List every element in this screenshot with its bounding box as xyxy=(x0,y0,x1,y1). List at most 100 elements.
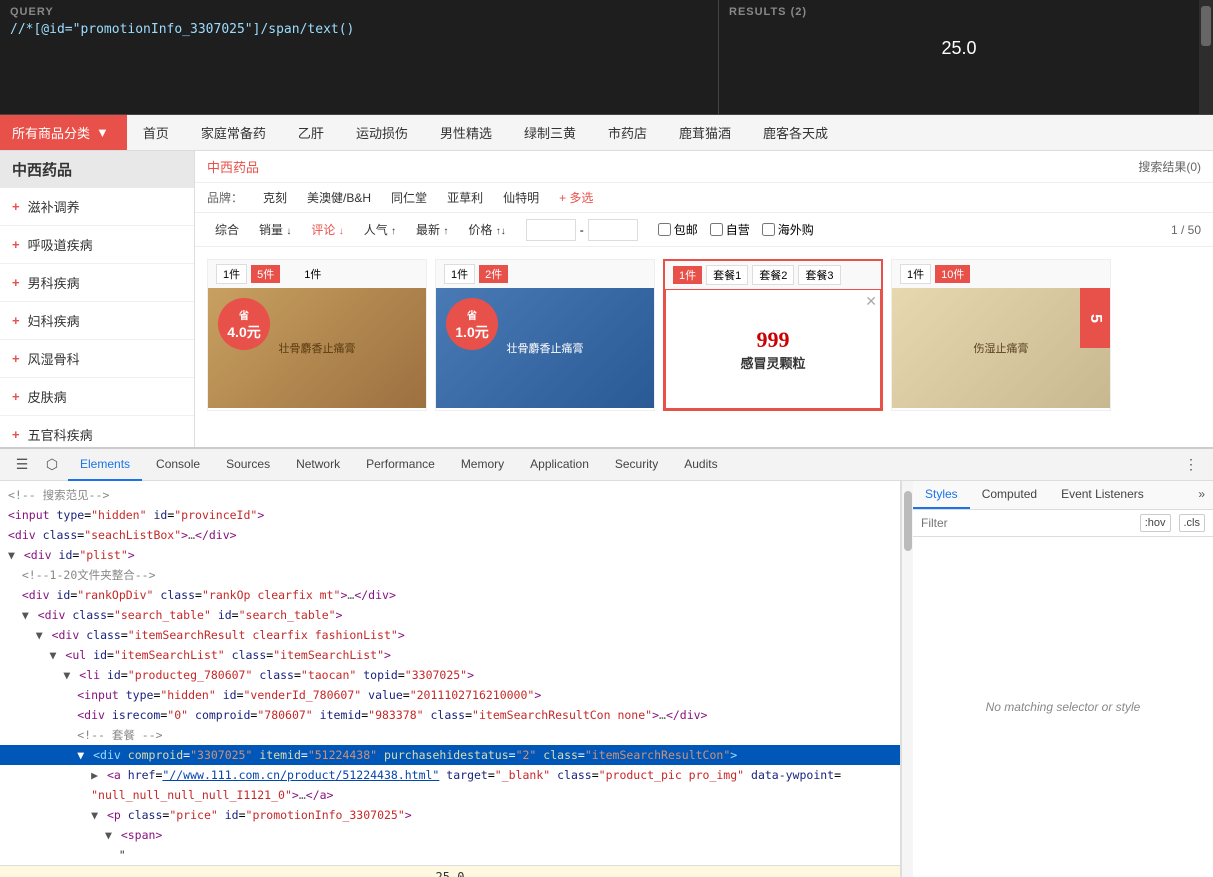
tab-event-listeners[interactable]: Event Listeners xyxy=(1049,481,1156,509)
qty-5[interactable]: 5件 xyxy=(251,265,280,283)
devtools-inspect-icon[interactable]: ⬡ xyxy=(38,451,66,479)
devtools-more-icon[interactable]: ⋮ xyxy=(1177,451,1205,479)
savings-badge: 省 4.0元 xyxy=(218,298,270,350)
plus-icon: + xyxy=(12,237,20,252)
tab-elements[interactable]: Elements xyxy=(68,449,142,481)
plus-icon: + xyxy=(12,351,20,366)
html-line: <input type="hidden" id="venderId_780607… xyxy=(0,685,900,705)
html-line: ▼ <p class="price" id="promotionInfo_330… xyxy=(0,805,900,825)
qty-set2[interactable]: 套餐2 xyxy=(752,265,794,285)
product-image-wrapper: 伤湿止痛膏 5 xyxy=(892,288,1110,408)
html-panel-scrollbar[interactable] xyxy=(901,481,913,877)
product-card[interactable]: 1件 10件 伤湿止痛膏 5 xyxy=(891,259,1111,411)
nav-item-men[interactable]: 男性精选 xyxy=(424,115,508,150)
checkbox-overseas[interactable]: 海外购 xyxy=(762,221,814,238)
styles-filter: :hov .cls xyxy=(913,510,1213,537)
sidebar-item-respiratory[interactable]: + 呼吸道疾病 xyxy=(0,226,194,264)
tab-application[interactable]: Application xyxy=(518,449,601,481)
savings-amount: 1.0元 xyxy=(455,322,488,342)
tab-memory[interactable]: Memory xyxy=(449,449,516,481)
qty-1[interactable]: 1件 xyxy=(673,266,702,284)
nav-item-pharmacy[interactable]: 市药店 xyxy=(592,115,663,150)
brand-keke[interactable]: 克刻 xyxy=(263,189,287,206)
sidebar-item-rheumatology[interactable]: + 风湿骨科 xyxy=(0,340,194,378)
tab-audits[interactable]: Audits xyxy=(672,449,729,481)
brand-ya[interactable]: 亚草利 xyxy=(447,189,483,206)
query-scrollbar[interactable] xyxy=(1199,0,1213,114)
tab-console[interactable]: Console xyxy=(144,449,212,481)
savings-badge: 省 1.0元 xyxy=(446,298,498,350)
brand-trt[interactable]: 同仁堂 xyxy=(391,189,427,206)
sort-new[interactable]: 最新 ↑ xyxy=(408,217,456,242)
qty-2[interactable]: 2件 xyxy=(479,265,508,283)
sidebar-item-skin[interactable]: + 皮肤病 xyxy=(0,378,194,416)
sort-sales[interactable]: 销量 ↓ xyxy=(251,217,299,242)
styles-panel: Styles Computed Event Listeners » :hov .… xyxy=(913,481,1213,877)
promo-tag: 5 xyxy=(1080,288,1110,348)
html-line: ▼ <span> xyxy=(0,825,900,845)
savings-label: 省 xyxy=(467,307,477,322)
qty-1[interactable]: 1件 xyxy=(444,264,475,284)
styles-more-icon[interactable]: » xyxy=(1190,481,1213,509)
breadcrumb: 中西药品 xyxy=(207,157,259,176)
sort-price[interactable]: 价格 ↑↓ xyxy=(460,217,513,242)
sort-popular[interactable]: 人气 ↑ xyxy=(356,217,404,242)
qty-1[interactable]: 1件 xyxy=(900,264,931,284)
html-line: ▼ <ul id="itemSearchList" class="itemSea… xyxy=(0,645,900,665)
brand-bar: 品牌： 克刻 美澳健/B&H 同仁堂 亚草利 仙特明 + 多选 xyxy=(195,183,1213,213)
product-card[interactable]: 1件 2件 壮骨麝香止痛膏 省 1.0元 xyxy=(435,259,655,411)
sidebar-item-ent[interactable]: + 五官科疾病 xyxy=(0,416,194,447)
nav-item-heaven[interactable]: 鹿客各天成 xyxy=(747,115,844,150)
sidebar-item-gynecology[interactable]: + 妇科疾病 xyxy=(0,302,194,340)
nav-item-green[interactable]: 绿制三黄 xyxy=(508,115,592,150)
checkbox-free-shipping[interactable]: 包邮 xyxy=(658,221,698,238)
product-card[interactable]: 1件 5件 1件 壮骨麝香止痛膏 省 4.0元 xyxy=(207,259,427,411)
nav-item-sports[interactable]: 运动损伤 xyxy=(340,115,424,150)
close-icon[interactable]: ✕ xyxy=(865,293,877,310)
nav-item-hepatitis[interactable]: 乙肝 xyxy=(282,115,340,150)
product-card-selected[interactable]: 1件 套餐1 套餐2 套餐3 999 感冒灵颗粒 ✕ xyxy=(663,259,883,411)
sidebar-item-label: 风湿骨科 xyxy=(28,349,80,368)
qty-10[interactable]: 10件 xyxy=(935,265,970,283)
html-line: <div id="rankOpDiv" class="rankOp clearf… xyxy=(0,585,900,605)
main-content: 中西药品 + 滋补调养 + 呼吸道疾病 + 男科疾病 + 妇科疾病 + 风湿骨科… xyxy=(0,151,1213,447)
category-dropdown[interactable]: 所有商品分类 ▼ xyxy=(0,115,127,150)
html-line-highlighted: ▼ <div comproid="3307025" itemid="512244… xyxy=(0,745,900,765)
sidebar-item-men-disease[interactable]: + 男科疾病 xyxy=(0,264,194,302)
brand-xian[interactable]: 仙特明 xyxy=(503,189,539,206)
qty-1b[interactable]: 1件 xyxy=(304,266,321,282)
nav-item-deer[interactable]: 鹿茸猫酒 xyxy=(663,115,747,150)
devtools-toggle-icon[interactable]: ☰ xyxy=(8,451,36,479)
tab-styles[interactable]: Styles xyxy=(913,481,970,509)
checkbox-self-operated[interactable]: 自营 xyxy=(710,221,750,238)
tab-security[interactable]: Security xyxy=(603,449,670,481)
qty-set3[interactable]: 套餐3 xyxy=(798,265,840,285)
html-line: ▶ <a href="//www.111.com.cn/product/5122… xyxy=(0,765,900,785)
results-section: RESULTS (2) 25.0 xyxy=(719,0,1199,114)
styles-filter-input[interactable] xyxy=(921,516,1132,530)
sort-comprehensive[interactable]: 综合 xyxy=(207,217,247,242)
filter-hov-button[interactable]: :hov xyxy=(1140,514,1171,532)
sidebar-header: 中西药品 xyxy=(0,151,194,188)
styles-content: No matching selector or style xyxy=(913,537,1213,877)
tab-performance[interactable]: Performance xyxy=(354,449,447,481)
tab-sources[interactable]: Sources xyxy=(214,449,282,481)
sidebar-item-supplement[interactable]: + 滋补调养 xyxy=(0,188,194,226)
qty-set1[interactable]: 套餐1 xyxy=(706,265,748,285)
eval-result: 25.0 xyxy=(0,865,900,877)
filter-cls-button[interactable]: .cls xyxy=(1179,514,1206,532)
tab-computed[interactable]: Computed xyxy=(970,481,1049,509)
product-image-wrapper: 999 感冒灵颗粒 ✕ xyxy=(665,289,881,409)
nav-item-medicine[interactable]: 家庭常备药 xyxy=(185,115,282,150)
brand-more[interactable]: + 多选 xyxy=(559,189,593,206)
savings-label: 省 xyxy=(239,307,249,322)
price-min-input[interactable] xyxy=(526,219,576,241)
html-panel[interactable]: <!-- 搜索范见--> <input type="hidden" id="pr… xyxy=(0,481,901,877)
price-max-input[interactable] xyxy=(588,219,638,241)
sort-reviews[interactable]: 评论 ↓ xyxy=(303,217,351,242)
brand-mah[interactable]: 美澳健/B&H xyxy=(307,189,371,206)
nav-item-home[interactable]: 首页 xyxy=(127,115,185,150)
sort-bar: 综合 销量 ↓ 评论 ↓ 人气 ↑ 最新 ↑ 价格 ↑↓ - 包邮 自营 海外购 xyxy=(195,213,1213,247)
qty-1[interactable]: 1件 xyxy=(216,264,247,284)
tab-network[interactable]: Network xyxy=(284,449,352,481)
